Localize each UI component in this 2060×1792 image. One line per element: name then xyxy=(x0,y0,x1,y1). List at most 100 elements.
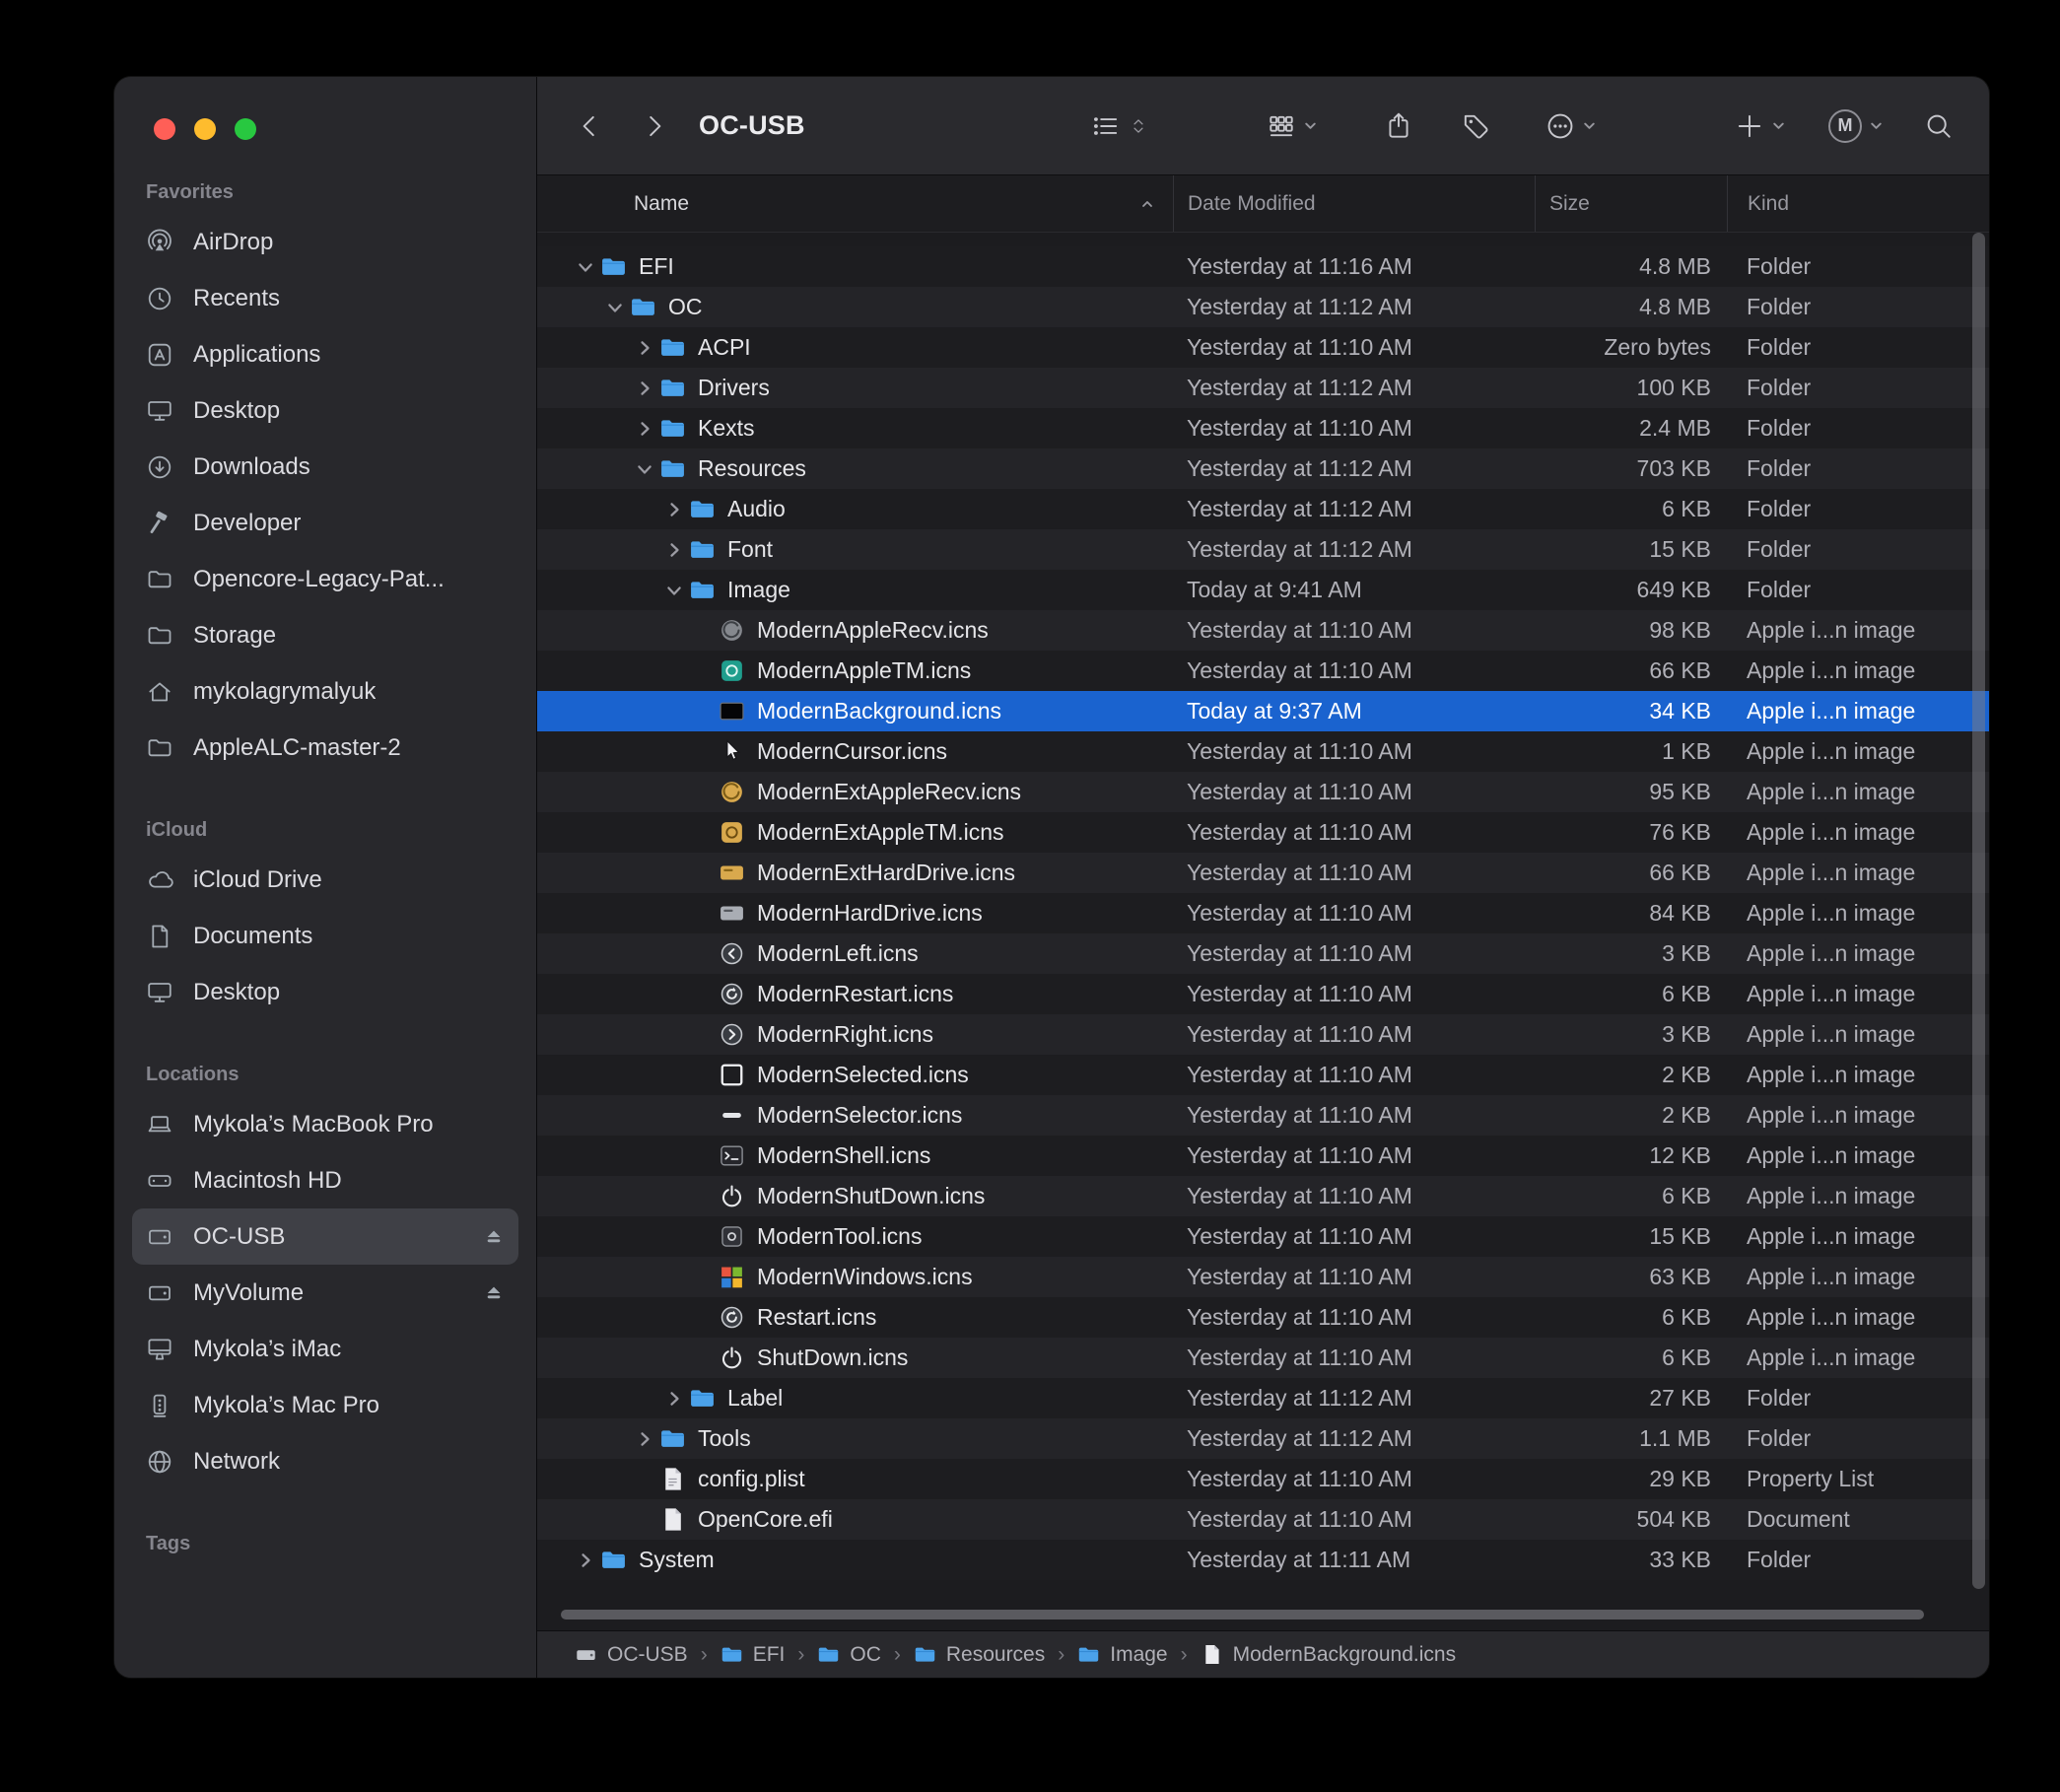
file-row-modernshell-icns[interactable]: ModernShell.icnsYesterday at 11:10 AM12 … xyxy=(537,1136,1989,1176)
file-row-restart-icns[interactable]: Restart.icnsYesterday at 11:10 AM6 KBApp… xyxy=(537,1297,1989,1338)
file-row-kexts[interactable]: KextsYesterday at 11:10 AM2.4 MBFolder xyxy=(537,408,1989,448)
tags-button[interactable] xyxy=(1461,111,1490,141)
file-row-efi[interactable]: EFIYesterday at 11:16 AM4.8 MBFolder xyxy=(537,246,1989,287)
sidebar-item-opencore-legacy-pat[interactable]: Opencore-Legacy-Pat... xyxy=(132,551,518,607)
sidebar-item-desktop[interactable]: Desktop xyxy=(132,964,518,1020)
zoom-button[interactable] xyxy=(235,118,256,140)
group-by-button[interactable] xyxy=(1267,111,1319,141)
file-row-resources[interactable]: ResourcesYesterday at 11:12 AM703 KBFold… xyxy=(537,448,1989,489)
file-row-opencore-efi[interactable]: OpenCore.efiYesterday at 11:10 AM504 KBD… xyxy=(537,1499,1989,1540)
sidebar-item-applications[interactable]: Applications xyxy=(132,326,518,382)
forward-button[interactable] xyxy=(640,111,669,141)
file-name: OpenCore.efi xyxy=(698,1506,833,1533)
file-row-modernselector-icns[interactable]: ModernSelector.icnsYesterday at 11:10 AM… xyxy=(537,1095,1989,1136)
file-date-cell: Yesterday at 11:10 AM xyxy=(1173,651,1535,691)
sidebar-item-developer[interactable]: Developer xyxy=(132,495,518,551)
disclosure-right-icon[interactable] xyxy=(659,500,689,519)
file-row-modernright-icns[interactable]: ModernRight.icnsYesterday at 11:10 AM3 K… xyxy=(537,1014,1989,1055)
search-button[interactable] xyxy=(1924,111,1954,141)
disclosure-right-icon[interactable] xyxy=(630,1429,659,1449)
file-row-modernshutdown-icns[interactable]: ModernShutDown.icnsYesterday at 11:10 AM… xyxy=(537,1176,1989,1216)
file-row-shutdown-icns[interactable]: ShutDown.icnsYesterday at 11:10 AM6 KBAp… xyxy=(537,1338,1989,1378)
eject-button[interactable] xyxy=(481,1224,507,1250)
more-actions-button[interactable] xyxy=(1545,111,1598,141)
file-row-label[interactable]: LabelYesterday at 11:12 AM27 KBFolder xyxy=(537,1378,1989,1418)
breadcrumb-modernbackground-icns[interactable]: ModernBackground.icns xyxy=(1201,1643,1456,1667)
breadcrumb-oc[interactable]: OC xyxy=(817,1643,881,1667)
file-row-modernextapplerecv-icns[interactable]: ModernExtAppleRecv.icnsYesterday at 11:1… xyxy=(537,772,1989,812)
sidebar-item-downloads[interactable]: Downloads xyxy=(132,439,518,495)
file-date-cell: Yesterday at 11:10 AM xyxy=(1173,812,1535,853)
file-row-modernbackground-icns[interactable]: ModernBackground.icnsToday at 9:37 AM34 … xyxy=(537,691,1989,731)
sidebar-item-oc-usb[interactable]: OC-USB xyxy=(132,1208,518,1265)
file-row-modernextharddrive-icns[interactable]: ModernExtHardDrive.icnsYesterday at 11:1… xyxy=(537,853,1989,893)
file-date-cell: Yesterday at 11:10 AM xyxy=(1173,731,1535,772)
breadcrumb-efi[interactable]: EFI xyxy=(721,1643,786,1667)
sidebar-item-label: MyVolume xyxy=(193,1279,304,1307)
sidebar-item-applealc-master-2[interactable]: AppleALC-master-2 xyxy=(132,720,518,776)
file-row-modernharddrive-icns[interactable]: ModernHardDrive.icnsYesterday at 11:10 A… xyxy=(537,893,1989,933)
sidebar-item-macintosh-hd[interactable]: Macintosh HD xyxy=(132,1152,518,1208)
minimize-button[interactable] xyxy=(194,118,216,140)
disclosure-right-icon[interactable] xyxy=(659,540,689,560)
file-row-audio[interactable]: AudioYesterday at 11:12 AM6 KBFolder xyxy=(537,489,1989,529)
column-header-name[interactable]: Name xyxy=(537,175,1173,232)
sidebar-item-network[interactable]: Network xyxy=(132,1433,518,1489)
column-header-size[interactable]: Size xyxy=(1535,175,1727,232)
file-row-modernselected-icns[interactable]: ModernSelected.icnsYesterday at 11:10 AM… xyxy=(537,1055,1989,1095)
file-row-modernwindows-icns[interactable]: ModernWindows.icnsYesterday at 11:10 AM6… xyxy=(537,1257,1989,1297)
file-row-image[interactable]: ImageToday at 9:41 AM649 KBFolder xyxy=(537,570,1989,610)
file-row-modernextappletm-icns[interactable]: ModernExtAppleTM.icnsYesterday at 11:10 … xyxy=(537,812,1989,853)
file-row-acpi[interactable]: ACPIYesterday at 11:10 AMZero bytesFolde… xyxy=(537,327,1989,368)
sidebar-item-documents[interactable]: Documents xyxy=(132,908,518,964)
file-date-cell: Yesterday at 11:12 AM xyxy=(1173,448,1535,489)
sidebar-item-mykolagrymalyuk[interactable]: mykolagrymalyuk xyxy=(132,663,518,720)
file-row-system[interactable]: SystemYesterday at 11:11 AM33 KBFolder xyxy=(537,1540,1989,1580)
file-row-modernrestart-icns[interactable]: ModernRestart.icnsYesterday at 11:10 AM6… xyxy=(537,974,1989,1014)
disclosure-right-icon[interactable] xyxy=(630,419,659,439)
column-header-date[interactable]: Date Modified xyxy=(1173,175,1535,232)
disclosure-right-icon[interactable] xyxy=(630,379,659,398)
sidebar-item-airdrop[interactable]: AirDrop xyxy=(132,214,518,270)
sidebar-item-desktop[interactable]: Desktop xyxy=(132,382,518,439)
horizontal-scrollbar-thumb[interactable] xyxy=(561,1610,1924,1620)
profile-button[interactable]: M xyxy=(1828,109,1885,143)
sidebar-item-recents[interactable]: Recents xyxy=(132,270,518,326)
file-row-modernapplerecv-icns[interactable]: ModernAppleRecv.icnsYesterday at 11:10 A… xyxy=(537,610,1989,651)
file-row-tools[interactable]: ToolsYesterday at 11:12 AM1.1 MBFolder xyxy=(537,1418,1989,1459)
file-row-font[interactable]: FontYesterday at 11:12 AM15 KBFolder xyxy=(537,529,1989,570)
disclosure-right-icon[interactable] xyxy=(630,338,659,358)
eject-button[interactable] xyxy=(481,1280,507,1306)
sidebar-item-mykola-s-mac-pro[interactable]: Mykola’s Mac Pro xyxy=(132,1377,518,1433)
share-button[interactable] xyxy=(1384,111,1413,141)
disclosure-down-icon[interactable] xyxy=(600,298,630,317)
disclosure-down-icon[interactable] xyxy=(571,257,600,277)
file-row-drivers[interactable]: DriversYesterday at 11:12 AM100 KBFolder xyxy=(537,368,1989,408)
close-button[interactable] xyxy=(154,118,175,140)
sidebar-item-icloud-drive[interactable]: iCloud Drive xyxy=(132,852,518,908)
vertical-scrollbar[interactable] xyxy=(1971,233,1986,1589)
file-row-modernappletm-icns[interactable]: ModernAppleTM.icnsYesterday at 11:10 AM6… xyxy=(537,651,1989,691)
new-item-button[interactable] xyxy=(1735,111,1787,141)
disclosure-right-icon[interactable] xyxy=(571,1551,600,1570)
vertical-scrollbar-thumb[interactable] xyxy=(1972,233,1985,1589)
file-row-modernleft-icns[interactable]: ModernLeft.icnsYesterday at 11:10 AM3 KB… xyxy=(537,933,1989,974)
column-header-kind[interactable]: Kind xyxy=(1727,175,1989,232)
sidebar-item-mykola-s-imac[interactable]: Mykola’s iMac xyxy=(132,1321,518,1377)
file-row-moderncursor-icns[interactable]: ModernCursor.icnsYesterday at 11:10 AM1 … xyxy=(537,731,1989,772)
disclosure-down-icon[interactable] xyxy=(659,581,689,600)
sidebar-item-myvolume[interactable]: MyVolume xyxy=(132,1265,518,1321)
sidebar-item-storage[interactable]: Storage xyxy=(132,607,518,663)
file-row-config-plist[interactable]: config.plistYesterday at 11:10 AM29 KBPr… xyxy=(537,1459,1989,1499)
view-options-button[interactable] xyxy=(1091,111,1148,141)
disclosure-right-icon[interactable] xyxy=(659,1389,689,1409)
breadcrumb-oc-usb[interactable]: OC-USB xyxy=(575,1643,688,1667)
file-row-moderntool-icns[interactable]: ModernTool.icnsYesterday at 11:10 AM15 K… xyxy=(537,1216,1989,1257)
breadcrumb-resources[interactable]: Resources xyxy=(914,1643,1045,1667)
file-date-cell: Yesterday at 11:10 AM xyxy=(1173,1459,1535,1499)
file-row-oc[interactable]: OCYesterday at 11:12 AM4.8 MBFolder xyxy=(537,287,1989,327)
sidebar-item-mykola-s-macbook-pro[interactable]: Mykola’s MacBook Pro xyxy=(132,1096,518,1152)
disclosure-down-icon[interactable] xyxy=(630,459,659,479)
back-button[interactable] xyxy=(575,111,604,141)
breadcrumb-image[interactable]: Image xyxy=(1077,1643,1167,1667)
